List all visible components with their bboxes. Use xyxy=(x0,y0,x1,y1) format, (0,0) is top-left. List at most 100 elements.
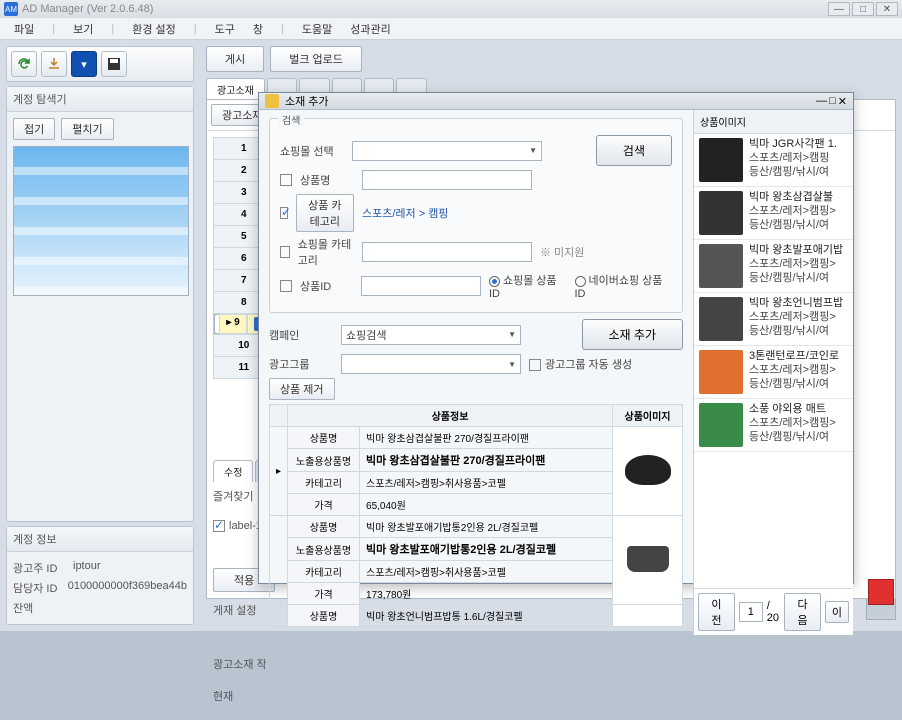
menu-tool[interactable]: 도구 xyxy=(207,19,243,39)
product-name-label: 상품명 xyxy=(300,172,330,188)
product-id-input[interactable] xyxy=(361,276,481,296)
next-page-button[interactable]: 다음 xyxy=(784,593,821,631)
more-page-button[interactable]: 이 xyxy=(825,601,849,623)
gallery-item-title: 빅마 JGR사각팬 1. xyxy=(749,138,837,152)
gallery-thumb xyxy=(699,403,743,447)
product-table: 상품정보상품이미지 ▸상품명빅마 왕초삼겹살불판 270/경질프라이팬 노출용상… xyxy=(269,404,683,627)
menu-file[interactable]: 파일 xyxy=(6,19,42,39)
gallery-item-title: 빅마 왕초언니범프밥 xyxy=(749,297,843,311)
mall-category-checkbox[interactable] xyxy=(280,246,290,258)
gallery-item-title: 소풍 야외용 매트 xyxy=(749,403,836,417)
mall-category-input[interactable] xyxy=(362,242,532,262)
minimize-button[interactable]: — xyxy=(828,2,850,16)
row-selector[interactable] xyxy=(270,605,288,627)
gallery-thumb xyxy=(699,350,743,394)
gallery-item[interactable]: 빅마 왕초언니범프밥스포츠/레저>캠핑>등산/캠핑/낚시/여 xyxy=(694,293,853,346)
gallery-thumb xyxy=(699,244,743,288)
main-toolbar: ▾ xyxy=(6,46,194,82)
app-titlebar: AM AD Manager (Ver 2.0.6.48) — □ ✕ xyxy=(0,0,902,18)
adgroup-select[interactable]: ▼ xyxy=(341,354,521,374)
save-button[interactable] xyxy=(101,51,127,77)
advertiser-id-label: 광고주 ID xyxy=(13,560,73,576)
p1-name: 빅마 왕초삼겹살불판 270/경질프라이팬 xyxy=(360,427,613,449)
account-tree-thumbnail[interactable] xyxy=(13,146,189,296)
unfold-button[interactable]: 펼치기 xyxy=(61,118,113,140)
balance-label: 잔액 xyxy=(13,600,73,616)
campaign-label: 캠페인 xyxy=(269,327,333,343)
mall-category-label: 쇼핑몰 카테고리 xyxy=(298,236,354,268)
adgroup-auto-checkbox[interactable]: 광고그룹 자동 생성 xyxy=(529,356,632,372)
search-button[interactable]: 검색 xyxy=(596,135,672,166)
dialog-minimize-button[interactable]: — xyxy=(816,95,827,108)
dropdown-button[interactable]: ▾ xyxy=(71,51,97,77)
menu-window[interactable]: 창 xyxy=(245,19,271,39)
close-button[interactable]: ✕ xyxy=(876,2,898,16)
campaign-select[interactable]: 쇼핑검색▼ xyxy=(341,325,521,345)
product-id-label: 상품ID xyxy=(300,278,331,294)
row-selector[interactable]: ▸ xyxy=(270,427,288,516)
row-selector[interactable] xyxy=(270,516,288,605)
product-category-button[interactable]: 상품 카테고리 xyxy=(296,194,354,232)
p2-image xyxy=(613,516,683,605)
gallery-item[interactable]: 빅마 왕초삼겹살불스포츠/레저>캠핑>등산/캠핑/낚시/여 xyxy=(694,187,853,240)
product-category-checkbox[interactable] xyxy=(280,207,288,219)
p1-exp: 빅마 왕초삼겹살불판 270/경질프라이팬 xyxy=(360,449,613,472)
menu-view[interactable]: 보기 xyxy=(65,19,101,39)
refresh-button[interactable] xyxy=(11,51,37,77)
add-material-dialog: 소재 추가 — □ ✕ 검색 쇼핑몰 선택 ▼ 검색 상품명 xyxy=(258,92,854,584)
p3-image xyxy=(613,605,683,627)
menu-perf[interactable]: 성과관리 xyxy=(342,19,398,39)
page-input[interactable] xyxy=(739,602,763,622)
dialog-icon xyxy=(265,94,279,108)
gallery-item-title: 3톤랜턴로프/코인로 xyxy=(749,350,839,364)
dialog-maximize-button[interactable]: □ xyxy=(829,95,836,108)
product-id-checkbox[interactable] xyxy=(280,280,292,292)
add-material-button[interactable]: 소재 추가 xyxy=(582,319,684,350)
adgroup-label: 광고그룹 xyxy=(269,356,333,372)
radio-naver-id[interactable]: 네이버쇼핑 상품ID xyxy=(575,272,673,300)
page-total: / 20 xyxy=(767,600,780,624)
dialog-close-button[interactable]: ✕ xyxy=(838,95,847,108)
gallery-item[interactable]: 3톤랜턴로프/코인로스포츠/레저>캠핑>등산/캠핑/낚시/여 xyxy=(694,346,853,399)
bulk-upload-button[interactable]: 벌크 업로드 xyxy=(270,46,362,72)
unsupported-label: ※ 미지원 xyxy=(540,244,584,260)
p2-price: 173,780원 xyxy=(360,583,613,605)
download-button[interactable] xyxy=(41,51,67,77)
p1-price: 65,040원 xyxy=(360,494,613,516)
gallery-item[interactable]: 빅마 왕초발포애기밥스포츠/레저>캠핑>등산/캠핑/낚시/여 xyxy=(694,240,853,293)
gallery-item[interactable]: 빅마 JGR사각팬 1.스포츠/레저>캠핑등산/캠핑/낚시/여 xyxy=(694,134,853,187)
tab-edit[interactable]: 수정 xyxy=(213,460,253,482)
row-header[interactable]: ▸ 9 xyxy=(219,314,247,334)
gallery-thumb xyxy=(699,191,743,235)
prev-page-button[interactable]: 이전 xyxy=(698,593,735,631)
gallery-thumb xyxy=(699,138,743,182)
search-group-label: 검색 xyxy=(278,112,304,127)
p1-cat: 스포츠/레저>캠핑>취사용품>코펠 xyxy=(360,472,613,494)
p3-name: 빅마 왕초언니범프밥통 1.6L/경질코펠 xyxy=(360,605,613,627)
fold-button[interactable]: 접기 xyxy=(13,118,55,140)
app-title: AD Manager (Ver 2.0.6.48) xyxy=(22,3,153,15)
gallery-item[interactable]: 소풍 야외용 매트스포츠/레저>캠핑>등산/캠핑/낚시/여 xyxy=(694,399,853,452)
remove-product-button[interactable]: 상품 제거 xyxy=(269,378,335,400)
tab-ad-material[interactable]: 광고소재 xyxy=(206,78,265,100)
maximize-button[interactable]: □ xyxy=(852,2,874,16)
product-name-checkbox[interactable] xyxy=(280,174,292,186)
menu-help[interactable]: 도움말 xyxy=(294,19,340,39)
p2-cat: 스포츠/레저>캠핑>취사용품>코펠 xyxy=(360,561,613,583)
owner-id-value: 0100000000f369bea44b xyxy=(68,580,187,596)
menu-env[interactable]: 환경 설정 xyxy=(124,19,184,39)
gallery-item-title: 빅마 왕초삼겹살불 xyxy=(749,191,836,205)
current-label: 현재 xyxy=(213,688,267,704)
brand-badge xyxy=(868,579,894,605)
mall-select[interactable]: ▼ xyxy=(352,141,542,161)
product-name-input[interactable] xyxy=(362,170,532,190)
mall-select-label: 쇼핑몰 선택 xyxy=(280,143,344,159)
account-info-title: 계정 정보 xyxy=(7,527,193,552)
dialog-title: 소재 추가 xyxy=(285,93,329,109)
gallery-item-title: 빅마 왕초발포애기밥 xyxy=(749,244,843,258)
material-job-label: 광고소재 작 xyxy=(213,656,267,672)
radio-mall-id[interactable]: 쇼핑몰 상품ID xyxy=(489,272,567,300)
publish-button[interactable]: 게시 xyxy=(206,46,264,72)
p1-image xyxy=(613,427,683,516)
p2-name: 빅마 왕초발포애기밥통2인용 2L/경질코펠 xyxy=(360,516,613,538)
